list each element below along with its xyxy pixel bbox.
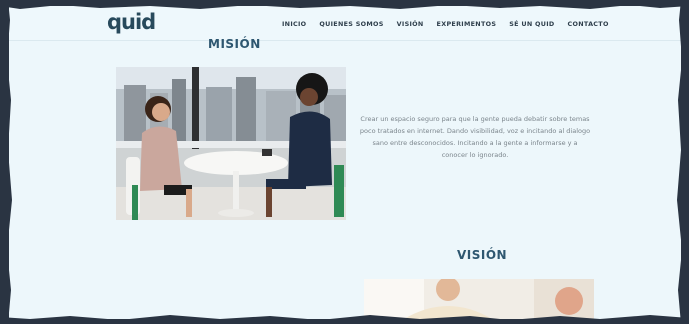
nav-experimentos[interactable]: EXPERIMENTOS xyxy=(437,20,497,28)
vision-heading: VISIÓN xyxy=(457,248,508,262)
mision-heading: MISIÓN xyxy=(208,37,261,51)
nav-inicio[interactable]: INICIO xyxy=(282,20,306,28)
main-menu: INICIO QUIENES SOMOS VISIÓN EXPERIMENTOS… xyxy=(282,20,609,28)
page-frame: quid INICIO QUIENES SOMOS VISIÓN EXPERIM… xyxy=(9,6,681,319)
nav-contacto[interactable]: CONTACTO xyxy=(568,20,609,28)
vision-photo xyxy=(364,279,594,319)
quid-logo[interactable]: quid xyxy=(107,10,156,34)
nav-vision[interactable]: VISIÓN xyxy=(397,20,424,28)
mision-description: Crear un espacio seguro para que la gent… xyxy=(359,115,591,159)
nav-se-un-quid[interactable]: SÉ UN QUID xyxy=(509,20,554,28)
mision-photo xyxy=(116,67,346,220)
nav-quienes-somos[interactable]: QUIENES SOMOS xyxy=(319,20,383,28)
top-navbar: quid INICIO QUIENES SOMOS VISIÓN EXPERIM… xyxy=(9,6,681,41)
